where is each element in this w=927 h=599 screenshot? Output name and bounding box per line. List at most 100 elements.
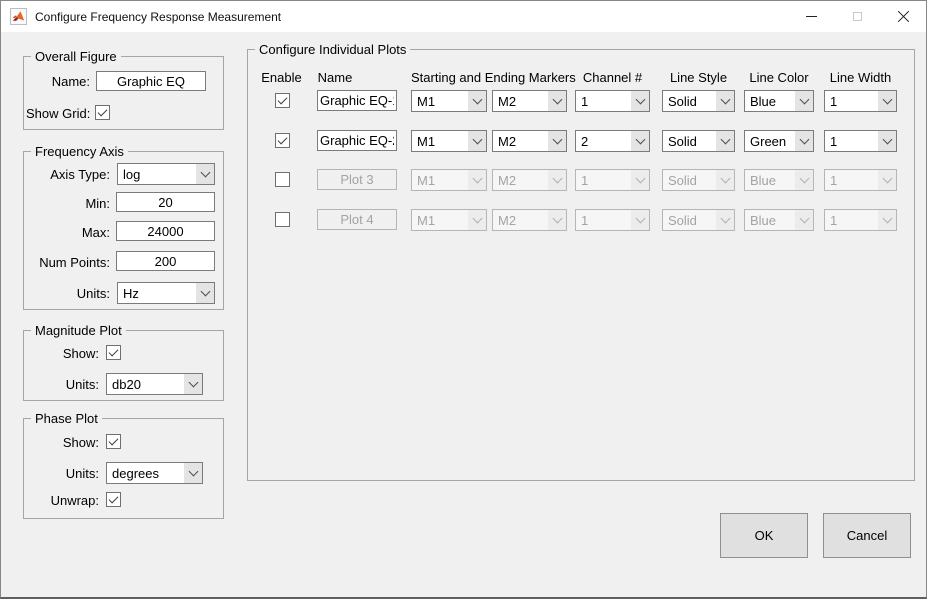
frequency-axis-group-title: Frequency Axis xyxy=(31,144,128,159)
channel-select[interactable]: 2 xyxy=(575,130,650,152)
individual-plots-group-title: Configure Individual Plots xyxy=(255,42,410,57)
mag-show-checkbox[interactable] xyxy=(106,345,121,360)
chevron-down-icon xyxy=(878,91,896,111)
chevron-down-icon xyxy=(631,91,649,111)
phase-units-label: Units: xyxy=(30,466,99,481)
line-color-select[interactable]: Blue xyxy=(744,90,814,112)
channel-select[interactable]: 1 xyxy=(575,90,650,112)
line-color-column-header: Line Color xyxy=(744,70,814,85)
unwrap-checkbox[interactable] xyxy=(106,492,121,507)
max-input[interactable] xyxy=(116,221,215,241)
chevron-down-icon xyxy=(716,91,734,111)
line-style-select: Solid xyxy=(662,209,735,231)
minimize-icon xyxy=(806,16,817,17)
line-color-value: Blue xyxy=(745,91,795,111)
line-style-value: Solid xyxy=(663,170,716,190)
end-marker-value: M2 xyxy=(493,91,548,111)
max-label: Max: xyxy=(28,225,110,240)
line-style-select: Solid xyxy=(662,169,735,191)
plot-row-1: M1 M2 1 Solid Blue 1 xyxy=(248,90,914,112)
plot-name-input[interactable] xyxy=(317,90,397,111)
start-marker-select: M1 xyxy=(411,169,487,191)
close-button[interactable] xyxy=(880,1,926,32)
chevron-down-icon xyxy=(631,170,649,190)
line-color-value: Green xyxy=(745,131,795,151)
freq-units-value: Hz xyxy=(118,283,196,303)
phase-show-checkbox[interactable] xyxy=(106,434,121,449)
axis-type-select[interactable]: log xyxy=(117,163,215,185)
line-color-select: Blue xyxy=(744,209,814,231)
titlebar: Configure Frequency Response Measurement xyxy=(1,1,926,32)
chevron-down-icon xyxy=(878,131,896,151)
dialog-window: Configure Frequency Response Measurement… xyxy=(0,0,927,599)
line-width-select[interactable]: 1 xyxy=(824,130,897,152)
enable-checkbox[interactable] xyxy=(275,93,290,108)
maximize-icon xyxy=(853,12,862,21)
line-style-select[interactable]: Solid xyxy=(662,130,735,152)
cancel-button[interactable]: Cancel xyxy=(823,513,911,558)
show-grid-checkbox[interactable] xyxy=(95,105,110,120)
phase-units-select[interactable]: degrees xyxy=(106,462,203,484)
chevron-down-icon xyxy=(795,170,813,190)
channel-select: 1 xyxy=(575,209,650,231)
freq-units-select[interactable]: Hz xyxy=(117,282,215,304)
end-marker-select[interactable]: M2 xyxy=(492,130,567,152)
end-marker-select: M2 xyxy=(492,209,567,231)
chevron-down-icon xyxy=(878,170,896,190)
line-width-select[interactable]: 1 xyxy=(824,90,897,112)
channel-value: 1 xyxy=(576,91,631,111)
line-style-value: Solid xyxy=(663,210,716,230)
enable-checkbox[interactable] xyxy=(275,212,290,227)
start-marker-select[interactable]: M1 xyxy=(411,90,487,112)
plot-name-input[interactable] xyxy=(317,130,397,151)
start-marker-value: M1 xyxy=(412,170,468,190)
phase-show-label: Show: xyxy=(30,435,99,450)
figure-name-input[interactable] xyxy=(96,71,206,91)
chevron-down-icon xyxy=(631,210,649,230)
overall-figure-group: Overall Figure Name: Show Grid: xyxy=(23,56,224,130)
chevron-down-icon xyxy=(716,210,734,230)
phase-plot-group: Phase Plot Show: Units: degrees Unwrap: xyxy=(23,418,224,519)
minimize-button[interactable] xyxy=(788,1,834,32)
line-width-value: 1 xyxy=(825,170,878,190)
start-marker-select: M1 xyxy=(411,209,487,231)
plot-row-4: M1 M2 1 Solid Blue 1 xyxy=(248,209,914,231)
end-marker-value: M2 xyxy=(493,170,548,190)
chevron-down-icon xyxy=(548,131,566,151)
mag-units-select[interactable]: db20 xyxy=(106,373,203,395)
frequency-axis-group: Frequency Axis Axis Type: log Min: Max: … xyxy=(23,151,224,310)
start-marker-value: M1 xyxy=(412,210,468,230)
ok-button[interactable]: OK xyxy=(720,513,808,558)
channel-column-header: Channel # xyxy=(575,70,650,85)
enable-checkbox[interactable] xyxy=(275,172,290,187)
overall-figure-group-title: Overall Figure xyxy=(31,49,121,64)
chevron-down-icon xyxy=(468,210,486,230)
channel-value: 2 xyxy=(576,131,631,151)
line-color-select[interactable]: Green xyxy=(744,130,814,152)
min-input[interactable] xyxy=(116,192,215,212)
magnitude-plot-group-title: Magnitude Plot xyxy=(31,323,126,338)
num-points-label: Num Points: xyxy=(28,255,110,270)
end-marker-value: M2 xyxy=(493,131,548,151)
name-label: Name: xyxy=(32,74,90,89)
plot-row-3: M1 M2 1 Solid Blue 1 xyxy=(248,169,914,191)
line-style-select[interactable]: Solid xyxy=(662,90,735,112)
enable-checkbox[interactable] xyxy=(275,133,290,148)
phase-units-value: degrees xyxy=(107,463,184,483)
end-marker-select[interactable]: M2 xyxy=(492,90,567,112)
freq-units-label: Units: xyxy=(28,286,110,301)
axis-type-label: Axis Type: xyxy=(28,167,110,182)
mag-units-label: Units: xyxy=(30,377,99,392)
channel-value: 1 xyxy=(576,210,631,230)
line-style-value: Solid xyxy=(663,91,716,111)
start-marker-select[interactable]: M1 xyxy=(411,130,487,152)
line-color-value: Blue xyxy=(745,210,795,230)
plot-row-2: M1 M2 2 Solid Green 1 xyxy=(248,130,914,152)
name-column-header: Name xyxy=(285,70,385,85)
phase-plot-group-title: Phase Plot xyxy=(31,411,102,426)
individual-plots-group: Configure Individual Plots Enable Name S… xyxy=(247,49,915,481)
num-points-input[interactable] xyxy=(116,251,215,271)
mag-show-label: Show: xyxy=(30,346,99,361)
line-width-value: 1 xyxy=(825,131,878,151)
start-marker-value: M1 xyxy=(412,91,468,111)
